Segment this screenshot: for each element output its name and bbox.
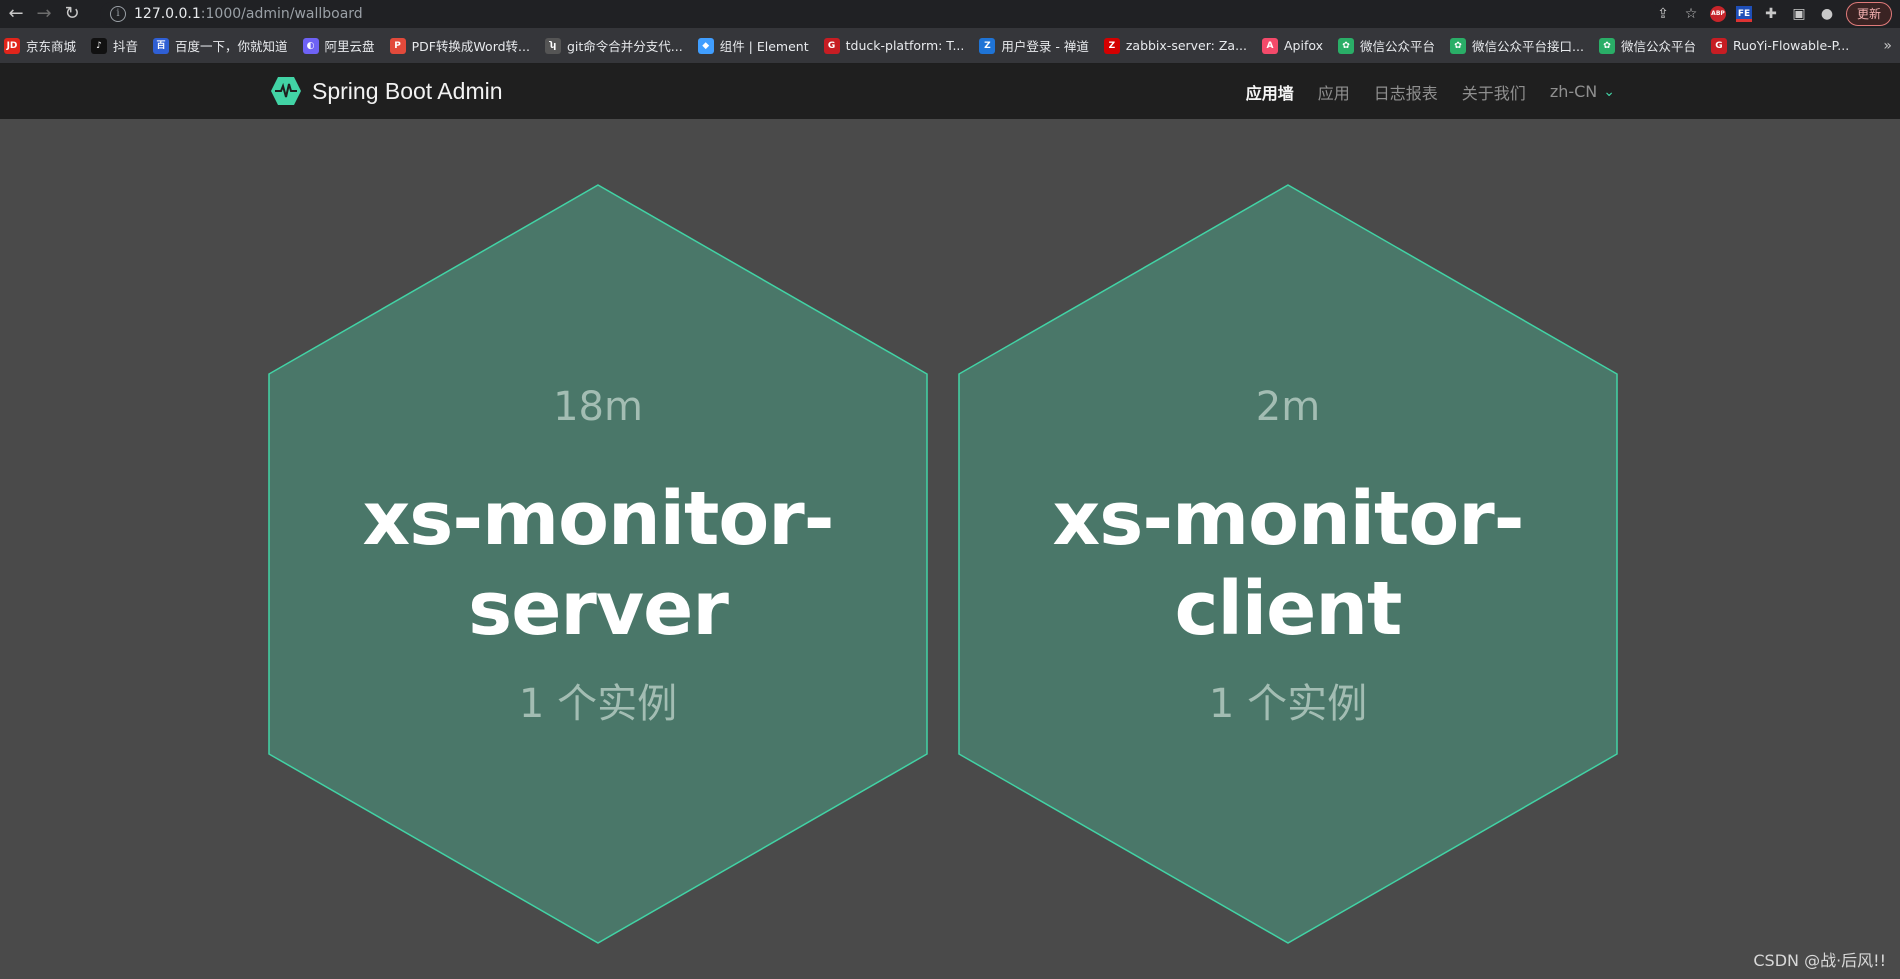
chevron-down-icon: ⌄ [1603,83,1615,100]
nav-applications[interactable]: 应用 [1318,80,1350,104]
bookmark-label: 组件 | Element [719,39,809,54]
gitee-icon: G [1710,37,1727,54]
bookmark-label: 阿里云盘 [324,39,375,54]
application-name-line: server [468,566,729,652]
bookmark-item[interactable]: JD 京东商城 [4,28,76,64]
application-hex[interactable]: 18m xs-monitor- server 1 个实例 [268,184,928,944]
uptime-label: 18m [553,384,643,430]
bookmark-item[interactable]: ʮ git命令合并分支代... [544,28,683,64]
wechat-icon: ✿ [1598,37,1615,54]
more-bookmarks-icon[interactable]: » [1883,28,1892,64]
nav-about[interactable]: 关于我们 [1462,80,1526,104]
nav-wallboard[interactable]: 应用墙 [1246,80,1294,104]
bookmark-item[interactable]: 百百度一下，你就知道 [153,28,288,64]
application-name: xs-monitor- client [958,474,1618,654]
zabbix-icon: Z [1103,37,1120,54]
bookmark-label: 京东商城 [26,39,77,54]
bookmark-item[interactable]: ◐ 阿里云盘 [302,28,375,64]
app-title: Spring Boot Admin [312,77,503,104]
application-name: xs-monitor- server [268,474,928,654]
instance-count: 1 个实例 [1208,681,1368,727]
bookmark-label: 抖音 [113,39,139,54]
pdf-icon: P [389,37,406,54]
bookmark-label: tduck-platform: T... [845,38,965,53]
apifox-icon: A [1262,37,1278,54]
forward-icon[interactable]: → [32,2,56,26]
browser-toolbar: ← → ↻ i 127.0.0.1:1000/admin/wallboard ⇪… [0,0,1900,28]
bookmark-label: 百度一下，你就知道 [175,39,288,54]
instance-count: 1 个实例 [518,681,678,727]
side-panel-icon[interactable]: ▣ [1790,5,1808,23]
bookmark-label: 微信公众平台 [1360,39,1436,54]
uptime-label: 2m [1255,384,1321,430]
bookmark-label: 微信公众平台 [1620,39,1696,54]
profile-icon[interactable]: ● [1818,5,1836,23]
application-name-line: xs-monitor- [362,476,835,562]
brand[interactable]: Spring Boot Admin [270,76,503,106]
gitee-icon: G [823,37,840,54]
main-nav: 应用墙 应用 日志报表 关于我们 zh-CN ⌄ [1246,64,1615,119]
bookmark-item[interactable]: A Apifox [1262,28,1323,64]
site-info-icon[interactable]: i [110,6,126,22]
wallboard: 18m xs-monitor- server 1 个实例 2m xs-monit… [0,119,1900,979]
wechat-icon: ✿ [1450,37,1467,54]
language-select[interactable]: zh-CN ⌄ [1550,82,1615,101]
application-hex[interactable]: 2m xs-monitor- client 1 个实例 [958,184,1618,944]
bookmark-item[interactable]: ✿ 微信公众平台 [1338,28,1435,64]
fe-extension-icon[interactable]: FE [1735,6,1752,22]
browser-actions: ⇪ ☆ ABP FE ✚ ▣ ● 更新 [1654,0,1900,28]
bookmark-item[interactable]: ◆ 组件 | Element [697,28,809,64]
bookmark-label: Apifox [1284,38,1324,53]
git-icon: ʮ [544,37,561,54]
bookmark-label: PDF转换成Word转... [411,39,530,54]
bookmark-label: 微信公众平台接口... [1472,39,1584,54]
bookmark-label: git命令合并分支代... [566,39,683,54]
bookmark-item[interactable]: Z 用户登录 - 禅道 [979,28,1089,64]
nav-log-report[interactable]: 日志报表 [1374,80,1438,104]
url-path: :1000/admin/wallboard [200,6,363,22]
bookmark-item[interactable]: ✿ 微信公众平台 [1598,28,1696,64]
watermark: CSDN @战·后风!! [1753,951,1886,970]
back-icon[interactable]: ← [4,2,28,26]
bookmark-item[interactable]: P PDF转换成Word转... [389,28,530,64]
bookmarks-bar: JD 京东商城 ♪ 抖音百百度一下，你就知道 ◐ 阿里云盘 P PDF转换成Word转... ʮ… [0,28,1900,64]
bookmark-label: RuoYi-Flowable-P... [1732,38,1850,53]
url-host: 127.0.0.1 [134,6,201,22]
bookmark-item[interactable]: G RuoYi-Flowable-P... [1710,28,1850,64]
extensions-puzzle-icon[interactable]: ✚ [1762,5,1780,23]
baidu-icon: 百 [153,37,170,54]
application-name-line: client [1174,566,1403,652]
bookmark-item[interactable]: ♪ 抖音 [91,28,138,64]
application-name-line: xs-monitor- [1052,476,1525,562]
element-icon: ◆ [697,37,714,54]
zentao-icon: Z [979,37,996,54]
address-bar[interactable]: i 127.0.0.1:1000/admin/wallboard [100,2,1660,26]
bookmark-item[interactable]: Zzabbix-server: Za... [1103,28,1247,64]
update-button[interactable]: 更新 [1845,2,1892,26]
share-icon[interactable]: ⇪ [1654,5,1672,23]
star-icon[interactable]: ☆ [1682,5,1700,23]
spring-boot-admin-logo-icon [271,77,301,105]
bookmark-label: 用户登录 - 禅道 [1001,39,1089,54]
reload-icon[interactable]: ↻ [60,2,84,26]
tiktok-icon: ♪ [91,37,108,54]
bookmark-label: zabbix-server: Za... [1125,38,1247,53]
app-navbar: Spring Boot Admin 应用墙 应用 日志报表 关于我们 zh-CN… [0,64,1900,119]
bookmark-item[interactable]: Gtduck-platform: T... [823,28,965,64]
wechat-icon: ✿ [1338,37,1355,54]
aliyun-drive-icon: ◐ [302,37,319,54]
jd-icon: JD [4,37,20,54]
language-label: zh-CN [1549,82,1598,101]
adblock-extension-icon[interactable]: ABP [1709,6,1726,22]
bookmark-item[interactable]: ✿ 微信公众平台接口... [1450,28,1584,64]
